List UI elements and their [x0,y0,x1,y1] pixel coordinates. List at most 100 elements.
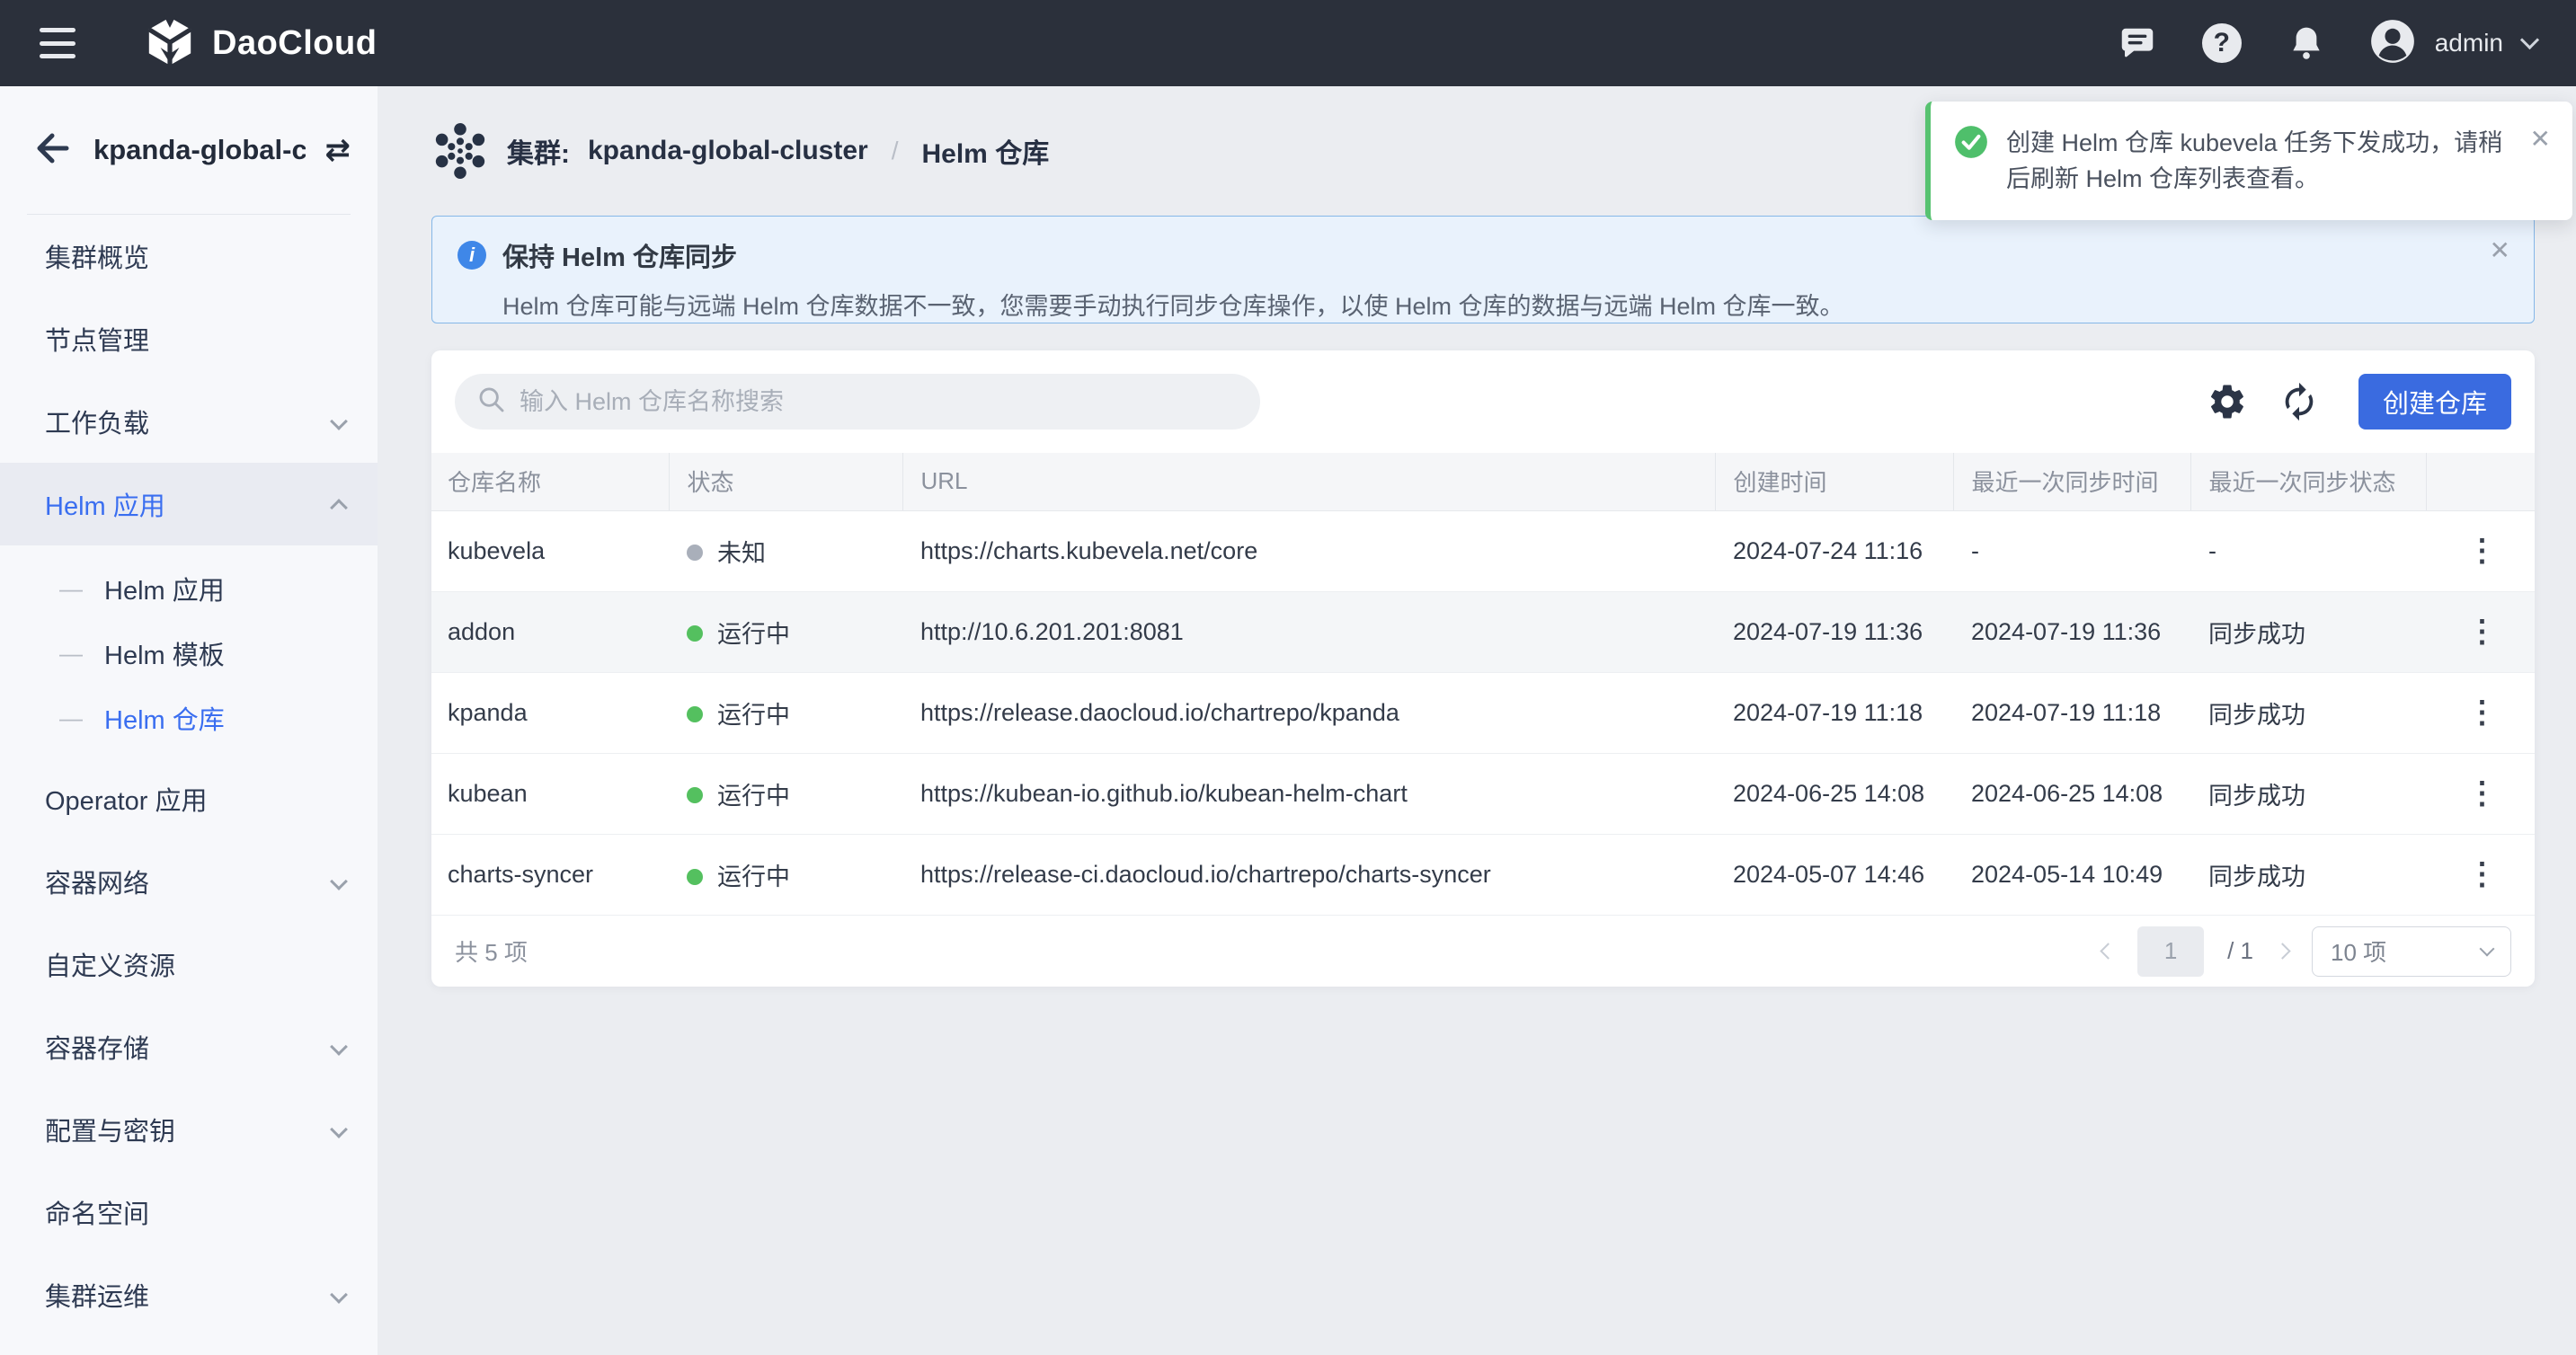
more-icon: ⋮ [2467,857,2498,891]
row-actions-button[interactable]: ⋮ [2460,528,2505,573]
switch-cluster-icon[interactable]: ⇄ [325,135,351,165]
repo-last-sync-status: 同步成功 [2190,834,2426,915]
breadcrumb-separator: / [892,137,899,165]
status-dot [687,545,703,561]
sidebar-item-cluster-ops[interactable]: 集群运维 [0,1253,378,1336]
chevron-down-icon [330,412,348,430]
sidebar-item-container-network[interactable]: 容器网络 [0,840,378,923]
chevron-down-icon [2480,941,2495,956]
breadcrumb-current: Helm 仓库 [922,131,1050,171]
sync-info-banner: i 保持 Helm 仓库同步 Helm 仓库可能与远端 Helm 仓库数据不一致… [431,216,2535,323]
username-label: admin [2435,29,2503,58]
row-actions-button[interactable]: ⋮ [2460,609,2505,654]
repo-name: kpanda [431,672,669,753]
sidebar-item-namespaces[interactable]: 命名空间 [0,1171,378,1253]
more-icon: ⋮ [2467,776,2498,810]
question-glyph: ? [2214,28,2230,58]
chevron-down-icon [330,872,348,890]
search-box [455,374,1260,430]
user-menu[interactable]: admin [2370,19,2536,68]
sidebar-item-container-storage[interactable]: 容器存储 [0,1005,378,1088]
repo-url: https://charts.kubevela.net/core [902,510,1715,591]
banner-title: 保持 Helm 仓库同步 [502,236,737,274]
menu-icon[interactable] [40,28,79,58]
col-repo-name: 仓库名称 [431,453,669,510]
search-input[interactable] [520,388,1239,416]
repo-last-sync-time: - [1953,510,2190,591]
repo-url: http://10.6.201.201:8081 [902,591,1715,672]
breadcrumb-cluster: kpanda-global-cluster [588,136,868,166]
top-navbar: DaoCloud ? [0,0,2576,86]
sidebar-item-workloads[interactable]: 工作负载 [0,380,378,463]
sidebar-subitem-helm-repos[interactable]: — Helm 仓库 [0,686,378,750]
main-content: 集群: kpanda-global-cluster / Helm 仓库 i 保持… [378,86,2576,1355]
sidebar-item-cluster-overview[interactable]: 集群概览 [0,215,378,297]
breadcrumb-prefix: 集群: [507,131,570,171]
settings-gear-icon[interactable] [2206,380,2249,423]
status-dot [687,869,703,885]
more-icon: ⋮ [2467,615,2498,649]
repo-url: https://release-ci.daocloud.io/chartrepo… [902,834,1715,915]
help-icon[interactable]: ? [2201,22,2243,64]
repo-status: 运行中 [669,591,902,672]
row-actions-button[interactable]: ⋮ [2460,690,2505,735]
success-toast: 创建 Helm 仓库 kubevela 任务下发成功，请稍后刷新 Helm 仓库… [1925,102,2572,220]
status-dot [687,706,703,722]
sidebar-item-node-management[interactable]: 节点管理 [0,297,378,380]
toast-close-icon[interactable]: ✕ [2530,127,2551,152]
dash-icon: — [59,704,83,732]
repo-last-sync-status: 同步成功 [2190,591,2426,672]
repo-created: 2024-06-25 14:08 [1715,753,1953,834]
back-arrow-icon[interactable] [32,130,74,171]
repo-created: 2024-07-24 11:16 [1715,510,1953,591]
table-header-row: 仓库名称 状态 URL 创建时间 最近一次同步时间 最近一次同步状态 [431,453,2535,510]
banner-close-icon[interactable]: ✕ [2490,238,2510,263]
toast-message: 创建 Helm 仓库 kubevela 任务下发成功，请稍后刷新 Helm 仓库… [2006,125,2509,197]
repo-last-sync-time: 2024-07-19 11:36 [1953,591,2190,672]
repo-url: https://kubean-io.github.io/kubean-helm-… [902,753,1715,834]
repo-status: 运行中 [669,753,902,834]
sidebar-subitem-helm-apps[interactable]: — Helm 应用 [0,556,378,621]
repo-status: 运行中 [669,672,902,753]
page-size-value: 10 项 [2331,934,2482,968]
table-footer: 共 5 项 / 1 10 项 [431,915,2535,987]
col-status: 状态 [669,453,902,510]
row-actions-button[interactable]: ⋮ [2460,771,2505,816]
create-repo-button[interactable]: 创建仓库 [2358,374,2511,430]
sidebar-subitem-helm-templates[interactable]: — Helm 模板 [0,621,378,686]
chevron-down-icon [330,1286,348,1304]
col-last-sync-status: 最近一次同步状态 [2190,453,2426,510]
dash-icon: — [59,575,83,603]
repo-url: https://release.daocloud.io/chartrepo/kp… [902,672,1715,753]
current-cluster-name: kpanda-global-cl... [93,134,306,166]
repo-last-sync-time: 2024-07-19 11:18 [1953,672,2190,753]
repo-last-sync-status: 同步成功 [2190,753,2426,834]
repo-table: 仓库名称 状态 URL 创建时间 最近一次同步时间 最近一次同步状态 kubev… [431,453,2535,915]
sidebar-item-helm-apps[interactable]: Helm 应用 [0,463,378,545]
sidebar-item-custom-resources[interactable]: 自定义资源 [0,923,378,1005]
repo-status: 运行中 [669,834,902,915]
prev-page-icon[interactable] [2100,943,2116,959]
refresh-icon[interactable] [2278,380,2321,423]
page-size-select[interactable]: 10 项 [2312,926,2511,977]
repo-name: kubean [431,753,669,834]
daocloud-logo-icon [144,15,196,72]
chevron-down-icon [330,1038,348,1056]
next-page-icon[interactable] [2274,943,2290,959]
page-number-input[interactable] [2137,926,2204,977]
table-row: kpanda 运行中 https://release.daocloud.io/c… [431,672,2535,753]
message-icon[interactable] [2117,22,2158,64]
repo-name: addon [431,591,669,672]
table-row: charts-syncer 运行中 https://release-ci.dao… [431,834,2535,915]
chevron-down-icon [2520,30,2539,49]
status-dot [687,787,703,803]
row-actions-button[interactable]: ⋮ [2460,852,2505,897]
table-row: kubevela 未知 https://charts.kubevela.net/… [431,510,2535,591]
chevron-down-icon [330,1120,348,1138]
notification-bell-icon[interactable] [2286,22,2327,64]
sidebar-item-config-secrets[interactable]: 配置与密钥 [0,1088,378,1171]
repo-created: 2024-07-19 11:18 [1715,672,1953,753]
repo-name: charts-syncer [431,834,669,915]
sidebar-item-operator-apps[interactable]: Operator 应用 [0,757,378,840]
repo-last-sync-status: - [2190,510,2426,591]
